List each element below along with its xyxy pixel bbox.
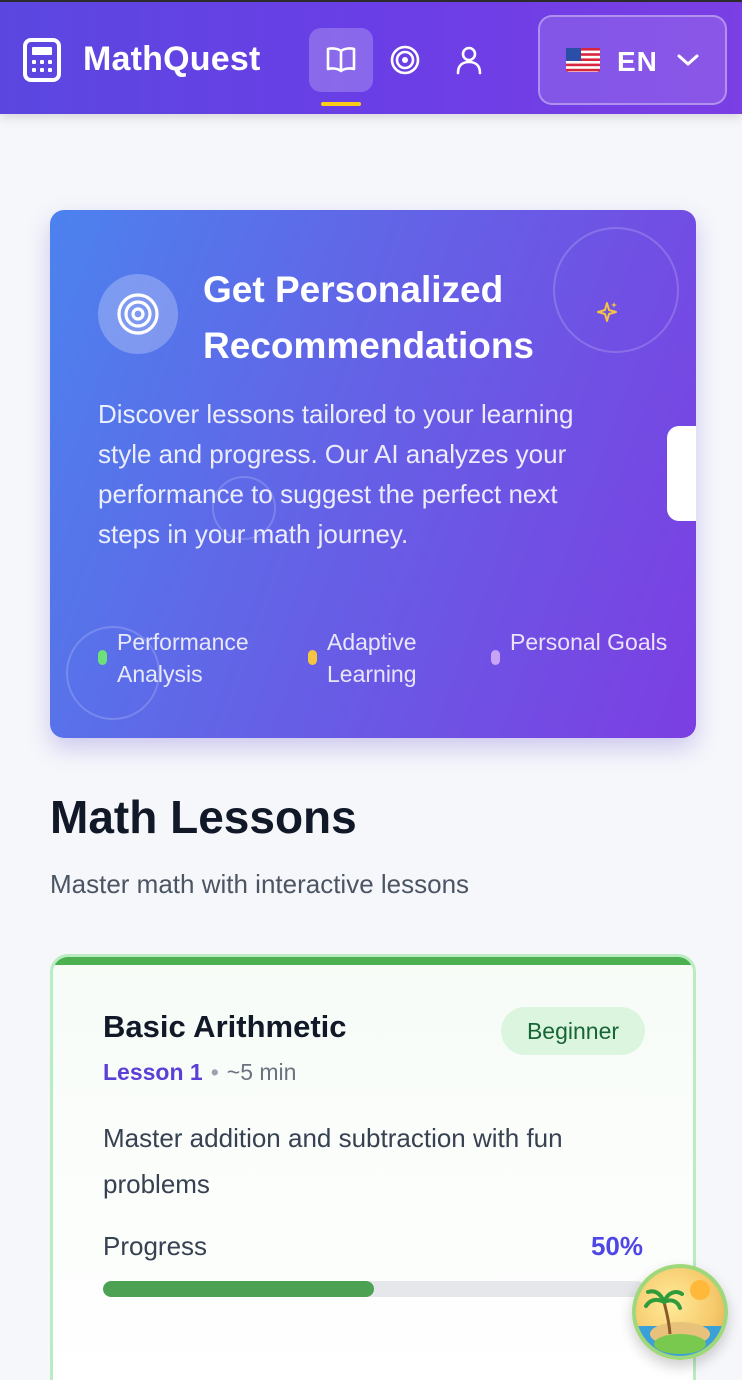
feature-dot — [491, 650, 500, 665]
user-icon — [456, 46, 482, 75]
language-code: EN — [617, 46, 658, 77]
feature-label: Performance Analysis — [117, 629, 249, 687]
us-flag-icon — [566, 48, 600, 72]
lesson-duration: ~5 min — [226, 1059, 297, 1085]
lesson-description: Master addition and subtraction with fun… — [103, 1123, 563, 1199]
lesson-meta: Lesson 1 • ~5 min — [103, 1059, 296, 1086]
nav-lessons-button[interactable] — [309, 28, 373, 92]
lesson-title: Basic Arithmetic — [103, 1009, 347, 1044]
promo-icon-badge — [98, 274, 178, 354]
language-selector[interactable]: EN — [538, 15, 727, 105]
difficulty-badge: Beginner — [501, 1007, 645, 1055]
nav-profile-button[interactable] — [437, 28, 501, 92]
progress-label: Progress — [103, 1231, 208, 1261]
calculator-icon[interactable] — [22, 38, 62, 82]
meta-separator: • — [210, 1059, 219, 1085]
nav-goals-button[interactable] — [373, 28, 437, 92]
side-tab[interactable] — [667, 426, 696, 521]
progress-bar-fill — [103, 1281, 374, 1297]
top-nav-bar: MathQuest EN — [0, 0, 742, 114]
chevron-down-icon — [677, 54, 699, 66]
lesson-number: Lesson 1 — [103, 1059, 203, 1085]
feature-label: Personal Goals — [510, 629, 668, 655]
target-icon — [117, 293, 159, 335]
section-subtitle: Master math with interactive lessons — [50, 869, 470, 899]
island-avatar-button[interactable] — [632, 1264, 728, 1360]
section-title: Math Lessons — [50, 791, 357, 843]
book-icon — [326, 47, 356, 73]
promo-title: Get Personalized Recommendations — [203, 269, 535, 366]
feature-label: Adaptive Learning — [327, 629, 417, 687]
progress-value: 50% — [590, 1231, 643, 1261]
recommendations-card[interactable]: Get Personalized Recommendations Discove… — [50, 210, 696, 738]
active-nav-indicator — [321, 102, 361, 106]
promo-description: Discover lessons tailored to your learni… — [98, 399, 574, 549]
feature-dot — [98, 650, 107, 665]
target-icon — [390, 45, 420, 75]
lesson-card[interactable]: Basic Arithmetic Beginner Lesson 1 • ~5 mi… — [50, 954, 696, 1380]
brand-name[interactable]: MathQuest — [83, 40, 260, 79]
progress-bar — [103, 1281, 645, 1297]
island-avatar-icon — [636, 1280, 724, 1356]
lesson-accent-bar — [53, 957, 693, 965]
feature-dot — [308, 650, 317, 665]
